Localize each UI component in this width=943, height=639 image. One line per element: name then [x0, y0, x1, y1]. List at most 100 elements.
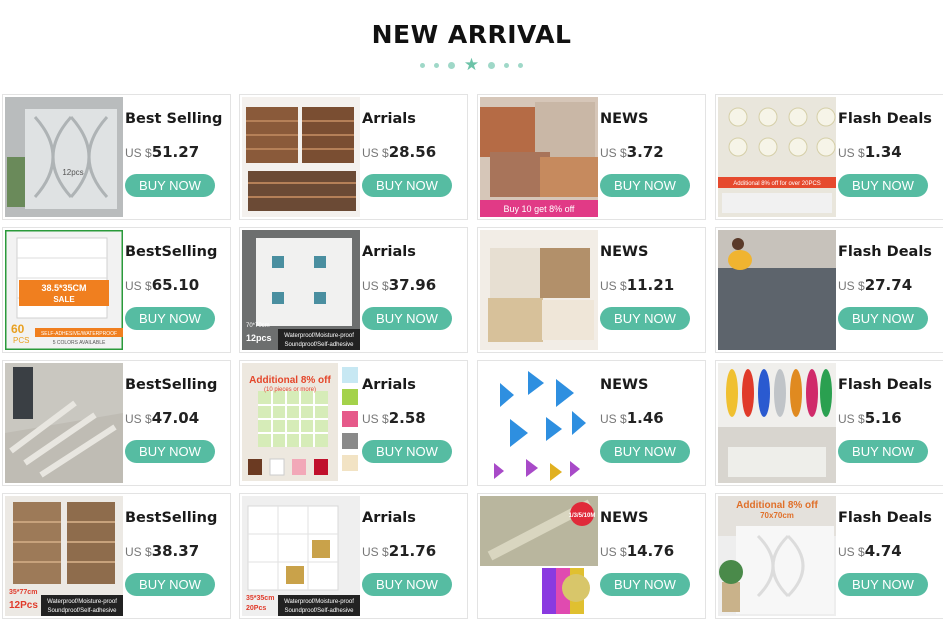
product-image[interactable]: Additional 8% off (10 pieces or more) [242, 363, 360, 483]
buy-now-button[interactable]: BUY NOW [838, 174, 928, 197]
buy-now-button[interactable]: BUY NOW [838, 307, 928, 330]
product-category[interactable]: Flash Deals [838, 510, 932, 526]
buy-now-button[interactable]: BUY NOW [362, 307, 452, 330]
image-label: Soundproof/Self-adhesive [47, 608, 117, 614]
image-label: 70*70cm [246, 323, 270, 329]
product-card[interactable]: 38.5*35CM SALE 60 PCS SELF-ADHESIVE/WATERPRO… [2, 227, 231, 353]
price-value: 21.76 [388, 542, 437, 560]
divider-dot [447, 61, 455, 69]
product-card[interactable]: Arrials US $28.56 BUY NOW [239, 94, 468, 220]
product-image[interactable]: 70*70cm 12pcs Waterproof/Moisture-proof Sou… [242, 230, 360, 350]
product-card[interactable]: 70*70cm 12pcs Waterproof/Moisture-proof Sou… [239, 227, 468, 353]
product-card[interactable]: 35*77cm 12Pcs Waterproof/Moisture-proof Sou… [2, 493, 231, 619]
image-label: 38.5*35CM [41, 283, 86, 293]
price-currency: US $ [838, 279, 865, 293]
product-category[interactable]: NEWS [600, 510, 648, 526]
buy-now-button[interactable]: BUY NOW [600, 307, 690, 330]
product-category[interactable]: Flash Deals [838, 111, 932, 127]
price-value: 2.58 [388, 409, 426, 427]
image-label: 12pcs [246, 333, 272, 343]
product-image[interactable]: 35*35cm 20Pcs Waterproof/Moisture-proof Sou… [242, 496, 360, 616]
product-category[interactable]: Arrials [362, 111, 416, 127]
price-currency: US $ [362, 545, 389, 559]
image-label: 60 [11, 322, 25, 336]
product-image[interactable] [480, 230, 598, 350]
product-card[interactable]: NEWS US $1.46 BUY NOW [477, 360, 706, 486]
price-value: 38.37 [151, 542, 200, 560]
price-currency: US $ [125, 279, 152, 293]
price-currency: US $ [125, 412, 152, 426]
buy-now-button[interactable]: BUY NOW [600, 440, 690, 463]
buy-now-button[interactable]: BUY NOW [125, 573, 215, 596]
image-label: Buy 10 get 8% off [504, 204, 575, 214]
product-image[interactable]: 35*77cm 12Pcs Waterproof/Moisture-proof Sou… [5, 496, 123, 616]
product-card[interactable]: Flash Deals US $5.16 BUY NOW [715, 360, 943, 486]
price-currency: US $ [362, 279, 389, 293]
star-icon: ★ [463, 55, 480, 74]
product-image[interactable]: 1/3/5/10M [480, 496, 598, 616]
page-title: NEW ARRIVAL [371, 20, 572, 49]
buy-now-button[interactable]: BUY NOW [838, 440, 928, 463]
price-value: 65.10 [151, 276, 200, 294]
product-category[interactable]: BestSelling [125, 244, 217, 260]
buy-now-button[interactable]: BUY NOW [125, 307, 215, 330]
product-category[interactable]: Arrials [362, 510, 416, 526]
product-category[interactable]: Flash Deals [838, 244, 932, 260]
price-value: 14.76 [626, 542, 675, 560]
price-currency: US $ [362, 146, 389, 160]
product-card[interactable]: 35*35cm 20Pcs Waterproof/Moisture-proof Sou… [239, 493, 468, 619]
product-image[interactable]: 12pcs [5, 97, 123, 217]
product-category[interactable]: NEWS [600, 377, 648, 393]
product-image[interactable]: Buy 10 get 8% off [480, 97, 598, 217]
divider-dot [488, 61, 496, 69]
product-image[interactable]: Additional 8% off 70x70cm [718, 496, 836, 616]
image-label: Additional 8% off for over 20PCS [733, 181, 821, 187]
image-label: Waterproof/Moisture-proof [47, 599, 117, 605]
product-category[interactable]: Arrials [362, 244, 416, 260]
product-image[interactable]: 38.5*35CM SALE 60 PCS SELF-ADHESIVE/WATERPRO… [5, 230, 123, 350]
buy-now-button[interactable]: BUY NOW [838, 573, 928, 596]
product-image[interactable] [718, 363, 836, 483]
price-value: 27.74 [864, 276, 913, 294]
product-card[interactable]: Flash Deals US $27.74 BUY NOW [715, 227, 943, 353]
buy-now-button[interactable]: BUY NOW [362, 573, 452, 596]
product-category[interactable]: NEWS [600, 111, 648, 127]
product-card[interactable]: 1/3/5/10M NEWS US $14.76 BUY NOW [477, 493, 706, 619]
product-card[interactable]: Additional 8% off 70x70cm Flash Deals US $4… [715, 493, 943, 619]
product-category[interactable]: NEWS [600, 244, 648, 260]
product-image[interactable] [242, 97, 360, 217]
product-category[interactable]: BestSelling [125, 377, 217, 393]
product-card[interactable]: Additional 8% off for over 20PCS Flash De… [715, 94, 943, 220]
product-card[interactable]: NEWS US $11.21 BUY NOW [477, 227, 706, 353]
section-header: NEW ARRIVAL ★ [0, 0, 943, 90]
product-category[interactable]: BestSelling [125, 510, 217, 526]
product-card[interactable]: BestSelling US $47.04 BUY NOW [2, 360, 231, 486]
buy-now-button[interactable]: BUY NOW [362, 440, 452, 463]
product-image[interactable] [480, 363, 598, 483]
product-card[interactable]: Buy 10 get 8% off NEWS US $3.72 BUY NOW [477, 94, 706, 220]
buy-now-button[interactable]: BUY NOW [125, 440, 215, 463]
product-category[interactable]: Arrials [362, 377, 416, 393]
product-price: US $65.10 [125, 276, 199, 295]
product-category[interactable]: Best Selling [125, 111, 222, 127]
buy-now-button[interactable]: BUY NOW [600, 573, 690, 596]
image-label: 1/3/5/10M [569, 513, 596, 519]
price-value: 1.46 [626, 409, 664, 427]
image-label: Additional 8% off [736, 500, 818, 511]
price-value: 1.34 [864, 143, 902, 161]
price-value: 5.16 [864, 409, 902, 427]
product-category[interactable]: Flash Deals [838, 377, 932, 393]
product-card[interactable]: 12pcs Best Selling US $51.27 BUY NOW [2, 94, 231, 220]
product-image[interactable]: Additional 8% off for over 20PCS [718, 97, 836, 217]
product-image[interactable] [718, 230, 836, 350]
buy-now-button[interactable]: BUY NOW [362, 174, 452, 197]
price-value: 11.21 [626, 276, 675, 294]
product-image[interactable] [5, 363, 123, 483]
product-price: US $1.34 [838, 143, 902, 162]
buy-now-button[interactable]: BUY NOW [600, 174, 690, 197]
product-price: US $38.37 [125, 542, 199, 561]
product-price: US $27.74 [838, 276, 912, 295]
price-value: 47.04 [151, 409, 200, 427]
product-card[interactable]: Additional 8% off (10 pieces or more) Arri… [239, 360, 468, 486]
buy-now-button[interactable]: BUY NOW [125, 174, 215, 197]
